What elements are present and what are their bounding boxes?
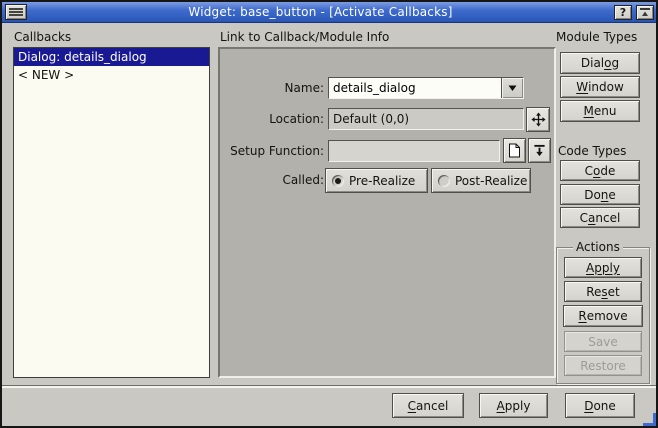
radio-option-post-realize[interactable]: Post-Realize [431,168,531,193]
radio-option-pre-realize[interactable]: Pre-Realize [325,168,428,193]
window-menu-icon [9,7,23,17]
move-location-button[interactable] [526,107,550,132]
module-type-dialog-button[interactable]: Dialog [560,52,640,74]
code-type-cancel-button[interactable]: Cancel [560,207,640,228]
code-type-done-button[interactable]: Done [560,184,640,205]
bottom-done-button[interactable]: Done [565,393,635,418]
insert-function-button[interactable] [528,138,551,163]
window-title: Widget: base_button - [Activate Callback… [29,5,612,19]
move-icon [531,112,546,127]
radio-option-label: Pre-Realize [349,174,415,188]
location-label: Location: [220,112,324,126]
action-restore-button[interactable]: Restore [564,355,642,376]
info-panel-label: Link to Callback/Module Info [220,30,389,44]
code-types-label: Code Types [558,144,626,158]
setup-function-label: Setup Function: [220,144,324,158]
radio-option-label: Post-Realize [455,174,527,188]
help-button[interactable]: ? [614,5,632,20]
radio-icon [332,175,344,187]
actions-group: Actions Apply Reset Remove Save Restore [556,247,650,384]
name-label: Name: [220,81,324,95]
bottom-cancel-button[interactable]: Cancel [392,393,464,418]
dropdown-arrow-icon [508,84,517,92]
callback-list-item-new[interactable]: < NEW > [14,66,209,84]
callbacks-listbox: Dialog: details_dialog < NEW > [13,47,210,378]
module-type-menu-button[interactable]: Menu [560,100,640,122]
new-file-icon [508,143,521,158]
shade-icon [640,8,650,17]
window-menu-button[interactable] [5,4,27,20]
callbacks-label: Callbacks [14,30,71,44]
action-apply-button[interactable]: Apply [564,257,642,278]
new-function-button[interactable] [503,138,526,163]
code-type-code-button[interactable]: Code [560,160,640,181]
resize-grip[interactable] [643,413,656,426]
action-reset-button[interactable]: Reset [564,281,642,302]
called-label: Called: [220,173,324,187]
bottom-apply-button[interactable]: Apply [479,393,548,418]
actions-group-label: Actions [573,240,623,254]
name-input[interactable] [329,78,501,98]
action-remove-button[interactable]: Remove [563,305,643,327]
name-combo [328,77,524,99]
titlebar[interactable]: Widget: base_button - [Activate Callback… [2,2,656,23]
module-type-window-button[interactable]: Window [560,76,640,98]
shade-button[interactable] [636,5,654,20]
down-arrow-from-bar-icon [533,144,546,157]
name-dropdown-button[interactable] [501,78,523,98]
widget-callbacks-window: Widget: base_button - [Activate Callback… [0,0,658,428]
module-types-label: Module Types [556,30,637,44]
info-panel: Name: Location: Setup Function: [218,47,556,378]
action-save-button[interactable]: Save [564,331,642,352]
bottom-button-bar [2,387,656,426]
setup-function-input[interactable] [328,140,500,162]
callback-list-item[interactable]: Dialog: details_dialog [14,48,209,66]
radio-icon [438,175,450,187]
location-input[interactable] [328,108,524,130]
